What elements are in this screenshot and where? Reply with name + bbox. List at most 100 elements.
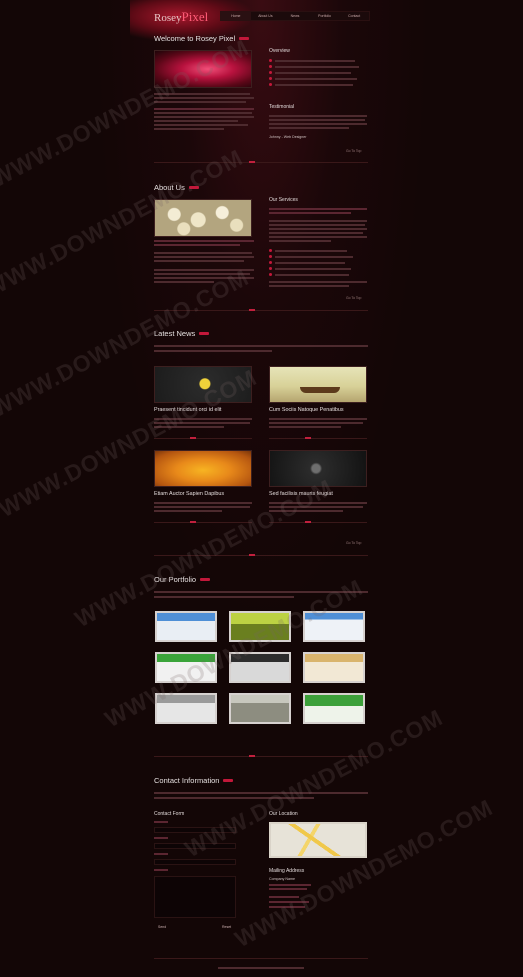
bullet-icon: [269, 273, 272, 276]
divider-mark: [249, 161, 255, 163]
text-line: [154, 128, 224, 130]
nav-portfolio[interactable]: Portfolio: [310, 12, 340, 20]
field-label: [154, 837, 168, 839]
text-line: [269, 236, 367, 238]
text-line: [269, 127, 349, 129]
logo-accent: Pixel: [181, 9, 209, 24]
footer-divider: [154, 958, 368, 959]
nav-home[interactable]: Home: [221, 12, 251, 20]
go-to-top-link[interactable]: Go To Top: [346, 541, 361, 545]
news-image-yellow-rose[interactable]: [154, 450, 252, 487]
services-title: Our Services: [269, 197, 298, 203]
text-line: [154, 256, 254, 258]
divider-mark: [190, 437, 196, 439]
title-tag: [200, 578, 211, 581]
service-item[interactable]: [269, 267, 351, 270]
contact-title: Contact Information: [154, 776, 234, 785]
portfolio-thumb[interactable]: [303, 693, 365, 724]
text-line: [154, 506, 250, 508]
text-line: [269, 285, 349, 287]
text-line: [269, 123, 367, 125]
divider-mark: [190, 521, 196, 523]
testimonial-author: Johnny - Web Designer: [269, 135, 307, 139]
nav-about[interactable]: About Us: [251, 12, 281, 20]
service-item[interactable]: [269, 273, 349, 276]
news-image-boat[interactable]: [269, 366, 367, 403]
news-headline[interactable]: Cum Sociis Natoque Penatibus: [269, 407, 344, 413]
text-line: [154, 120, 238, 122]
divider-mark: [249, 755, 255, 757]
title-tag: [199, 332, 210, 335]
text-line: [269, 212, 351, 214]
text-line: [269, 224, 365, 226]
bullet-icon: [269, 77, 272, 80]
text-line: [269, 220, 367, 222]
overview-title: Overview: [269, 48, 290, 54]
nav-news[interactable]: News: [280, 12, 310, 20]
overview-item[interactable]: [269, 77, 357, 80]
text-line: [154, 345, 368, 347]
section-divider: [154, 162, 368, 163]
portfolio-thumb[interactable]: [229, 693, 291, 724]
text-line: [269, 426, 341, 428]
text-line: [154, 244, 240, 246]
location-map[interactable]: [269, 822, 367, 858]
bullet-icon: [269, 267, 272, 270]
text-line: [269, 240, 331, 242]
mailing-address-title: Mailing Address: [269, 868, 305, 874]
field-label: [154, 821, 168, 823]
text-line: [154, 124, 248, 126]
text-line: [269, 208, 367, 210]
news-headline[interactable]: Etiam Auctor Sapien Dapibus: [154, 491, 224, 497]
go-to-top-link[interactable]: Go To Top: [346, 296, 361, 300]
divider-mark: [249, 309, 255, 311]
logo-main: Rosey: [154, 12, 182, 24]
text-line: [154, 502, 252, 504]
field-label: [154, 853, 168, 855]
divider-mark: [305, 521, 311, 523]
page-container: RoseyPixel Home About Us News Portfolio …: [150, 0, 372, 977]
overview-item[interactable]: [269, 59, 355, 62]
site-logo[interactable]: RoseyPixel: [154, 9, 208, 25]
bullet-icon: [269, 261, 272, 264]
bullet-icon: [269, 249, 272, 252]
service-item[interactable]: [269, 255, 353, 258]
bullet-icon: [269, 83, 272, 86]
message-textarea[interactable]: [154, 876, 236, 918]
divider-mark: [305, 437, 311, 439]
portfolio-thumb[interactable]: [303, 652, 365, 683]
text-line: [154, 112, 252, 114]
news-divider: [269, 438, 367, 439]
nav-contact[interactable]: Contact: [339, 12, 369, 20]
overview-item[interactable]: [269, 71, 351, 74]
text-line: [269, 119, 365, 121]
news-divider: [154, 438, 252, 439]
divider-mark: [249, 554, 255, 556]
main-nav: Home About Us News Portfolio Contact: [220, 11, 370, 21]
contact-title-text: Contact Information: [154, 776, 220, 785]
text-line: [269, 422, 363, 424]
overview-item[interactable]: [269, 83, 353, 86]
send-button[interactable]: Send: [158, 925, 166, 929]
service-item[interactable]: [269, 261, 345, 264]
text-line: [154, 596, 294, 598]
text-line: [154, 116, 254, 118]
portfolio-thumb[interactable]: [155, 611, 217, 642]
text-line: [269, 115, 367, 117]
text-line: [154, 108, 254, 110]
text-line: [269, 228, 367, 230]
text-line: [269, 888, 307, 890]
boat-shape: [300, 387, 340, 393]
text-line: [269, 884, 311, 886]
text-line: [269, 232, 363, 234]
text-line: [154, 350, 272, 352]
testimonial-title: Testimonial: [269, 104, 295, 110]
bullet-icon: [269, 255, 272, 258]
field-label: [154, 869, 168, 871]
bullet-icon: [269, 59, 272, 62]
overview-item[interactable]: [269, 65, 359, 68]
text-line: [154, 792, 368, 794]
service-item[interactable]: [269, 249, 347, 252]
go-to-top-link[interactable]: Go To Top: [346, 149, 361, 153]
text-line: [154, 510, 222, 512]
